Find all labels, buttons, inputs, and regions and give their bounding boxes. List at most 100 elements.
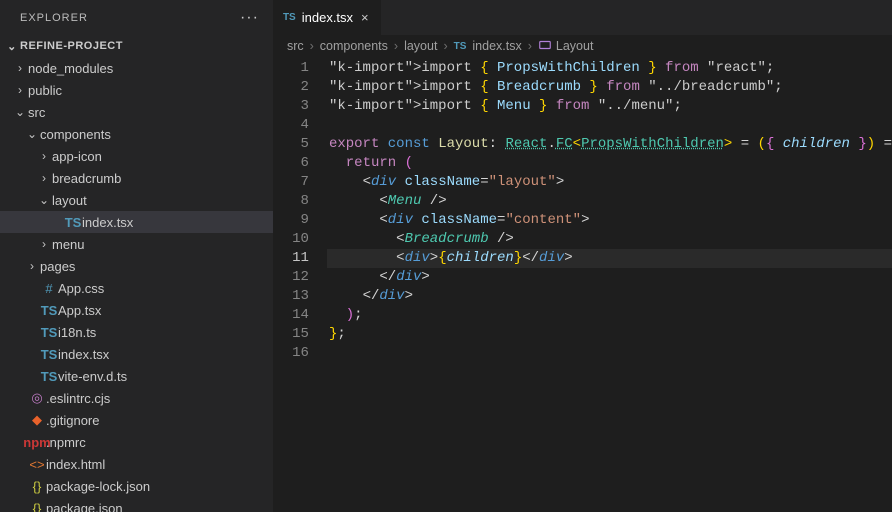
code-line[interactable]: }; (327, 325, 892, 344)
project-name: REFINE-PROJECT (20, 40, 123, 52)
code-line[interactable]: "k-import">import { PropsWithChildren } … (327, 59, 892, 78)
tree-folder[interactable]: ›breadcrumb (0, 167, 273, 189)
tree-item-label: vite-env.d.ts (58, 369, 127, 384)
code-line[interactable]: export const Layout: React.FC<PropsWithC… (327, 135, 892, 154)
file-icon: {} (28, 479, 46, 494)
code-line[interactable]: return ( (327, 154, 892, 173)
tree-item-label: app-icon (52, 149, 102, 164)
file-icon: ◎ (28, 390, 46, 406)
tree-item-label: package-lock.json (46, 479, 150, 494)
tree-file[interactable]: TSindex.tsx (0, 343, 273, 365)
project-section-header[interactable]: ⌄ REFINE-PROJECT (0, 35, 273, 57)
tree-item-label: .gitignore (46, 413, 99, 428)
ts-icon: TS (454, 41, 467, 52)
more-actions-icon[interactable]: ··· (240, 9, 259, 27)
tree-item-label: i18n.ts (58, 325, 96, 340)
chevron-right-icon: › (526, 39, 534, 53)
symbol-icon (538, 38, 552, 55)
code-line[interactable]: </div> (327, 287, 892, 306)
file-icon: <> (28, 457, 46, 472)
tree-folder[interactable]: ›public (0, 79, 273, 101)
file-icon: TS (40, 325, 58, 340)
code-line[interactable]: <div className="layout"> (327, 173, 892, 192)
file-icon: TS (40, 303, 58, 318)
tree-item-label: public (28, 83, 62, 98)
chevron-right-icon: › (24, 259, 40, 273)
code-line[interactable]: <Menu /> (327, 192, 892, 211)
code-line[interactable]: </div> (327, 268, 892, 287)
chevron-right-icon: › (36, 149, 52, 163)
tree-folder[interactable]: ›pages (0, 255, 273, 277)
breadcrumb-part[interactable]: src (287, 39, 304, 53)
tree-file[interactable]: TSvite-env.d.ts (0, 365, 273, 387)
tree-file[interactable]: TSApp.tsx (0, 299, 273, 321)
file-icon: # (40, 281, 58, 296)
tree-file[interactable]: ◎.eslintrc.cjs (0, 387, 273, 409)
file-icon: {} (28, 501, 46, 512)
tree-item-label: index.tsx (82, 215, 133, 230)
tree-file[interactable]: {}package.json (0, 497, 273, 512)
tree-item-label: package.json (46, 501, 123, 512)
file-icon: ◆ (28, 412, 46, 428)
chevron-right-icon: › (36, 237, 52, 251)
code-line[interactable]: "k-import">import { Breadcrumb } from ".… (327, 78, 892, 97)
tree-item-label: index.html (46, 457, 105, 472)
chevron-right-icon: › (392, 39, 400, 53)
tree-item-label: .npmrc (46, 435, 86, 450)
tree-item-label: layout (52, 193, 87, 208)
chevron-down-icon: ⌄ (36, 193, 52, 207)
tree-file[interactable]: TSindex.tsx (0, 211, 273, 233)
line-gutter: 12345678910111213141516 (273, 57, 327, 512)
chevron-right-icon: › (12, 83, 28, 97)
tree-file[interactable]: ◆.gitignore (0, 409, 273, 431)
breadcrumb-part[interactable]: components (320, 39, 388, 53)
file-icon: TS (40, 347, 58, 362)
tree-file[interactable]: <>index.html (0, 453, 273, 475)
chevron-down-icon: ⌄ (24, 127, 40, 141)
code-line[interactable]: <div>{children}</div> (327, 249, 892, 268)
tree-item-label: App.tsx (58, 303, 101, 318)
editor-area: TS index.tsx × src › components › layout › TS i… (273, 0, 892, 512)
code-line[interactable] (327, 116, 892, 135)
code-editor[interactable]: 12345678910111213141516 "k-import">impor… (273, 57, 892, 512)
chevron-right-icon: › (36, 171, 52, 185)
breadcrumb-part[interactable]: Layout (556, 39, 594, 53)
code-line[interactable]: <Breadcrumb /> (327, 230, 892, 249)
tree-folder[interactable]: ⌄src (0, 101, 273, 123)
tree-item-label: pages (40, 259, 75, 274)
close-icon[interactable]: × (359, 10, 371, 25)
explorer-sidebar: EXPLORER ··· ⌄ REFINE-PROJECT ›node_modu… (0, 0, 273, 512)
tree-folder[interactable]: ›menu (0, 233, 273, 255)
breadcrumb-part[interactable]: layout (404, 39, 437, 53)
chevron-right-icon: › (441, 39, 449, 53)
tree-folder[interactable]: ›app-icon (0, 145, 273, 167)
tree-item-label: src (28, 105, 45, 120)
code-line[interactable] (327, 344, 892, 363)
breadcrumb[interactable]: src › components › layout › TS index.tsx › Layout (273, 35, 892, 57)
code-line[interactable]: "k-import">import { Menu } from "../menu… (327, 97, 892, 116)
tree-file[interactable]: {}package-lock.json (0, 475, 273, 497)
code-line[interactable]: <div className="content"> (327, 211, 892, 230)
chevron-right-icon: › (308, 39, 316, 53)
file-tree: ›node_modules›public⌄src⌄components›app-… (0, 57, 273, 512)
tree-file[interactable]: #App.css (0, 277, 273, 299)
chevron-down-icon: ⌄ (12, 105, 28, 119)
chevron-down-icon: ⌄ (4, 40, 20, 53)
tree-folder[interactable]: ⌄layout (0, 189, 273, 211)
tab-label: index.tsx (302, 10, 353, 25)
tree-item-label: menu (52, 237, 85, 252)
tree-item-label: .eslintrc.cjs (46, 391, 110, 406)
ts-icon: TS (283, 12, 296, 23)
editor-tabs: TS index.tsx × (273, 0, 892, 35)
breadcrumb-part[interactable]: index.tsx (472, 39, 521, 53)
tree-file[interactable]: npm.npmrc (0, 431, 273, 453)
code-line[interactable]: ); (327, 306, 892, 325)
explorer-title: EXPLORER (20, 12, 88, 24)
file-icon: TS (64, 215, 82, 230)
tree-folder[interactable]: ⌄components (0, 123, 273, 145)
tree-item-label: App.css (58, 281, 104, 296)
tree-folder[interactable]: ›node_modules (0, 57, 273, 79)
tab-index-tsx[interactable]: TS index.tsx × (273, 0, 382, 35)
tree-file[interactable]: TSi18n.ts (0, 321, 273, 343)
code-content[interactable]: "k-import">import { PropsWithChildren } … (327, 57, 892, 512)
